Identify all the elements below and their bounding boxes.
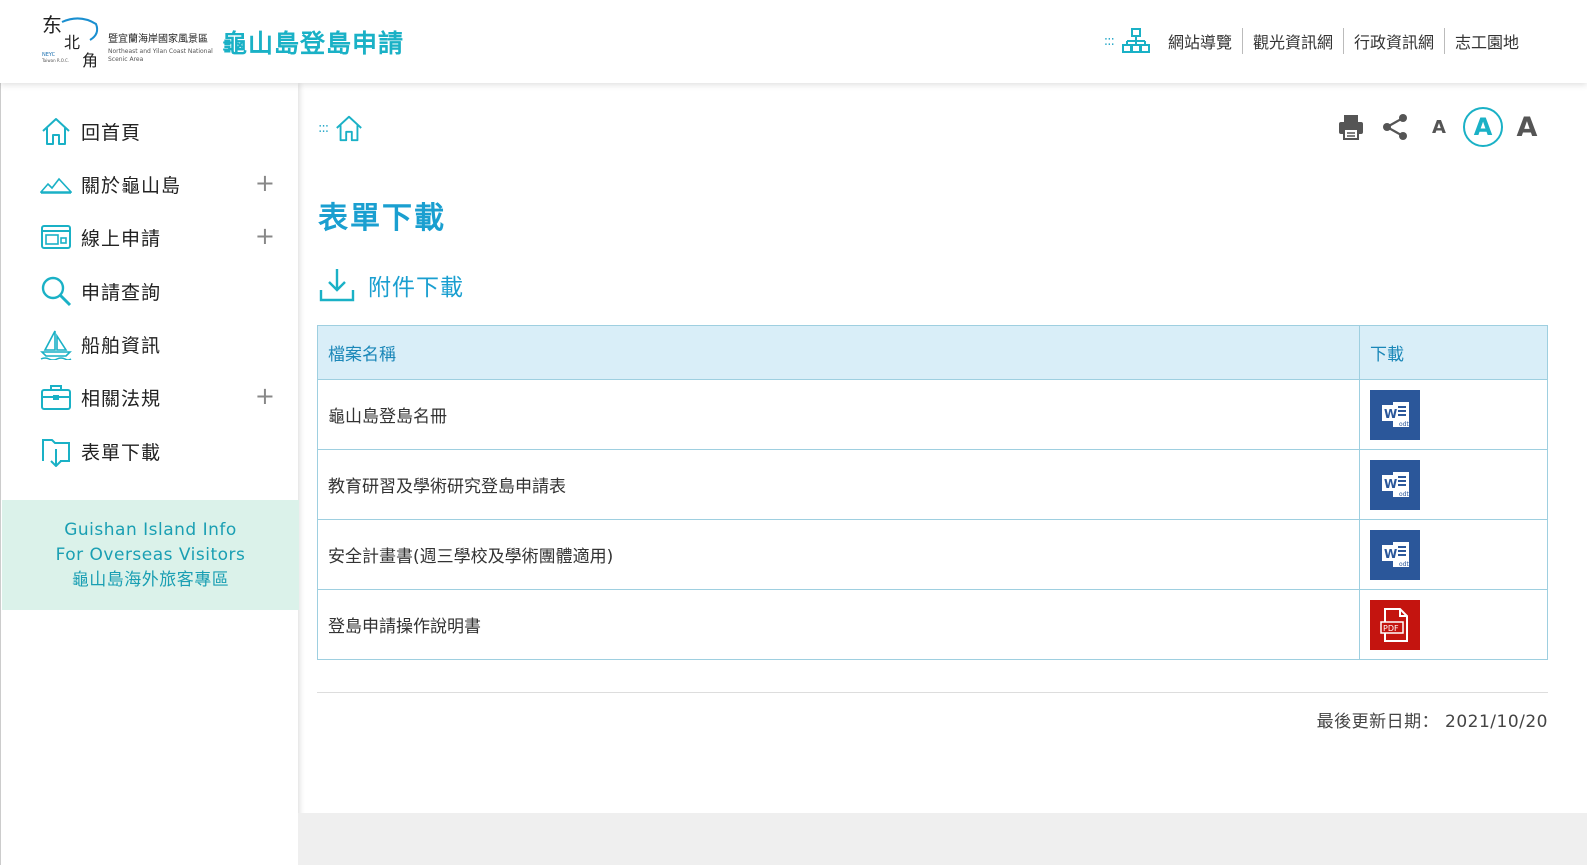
sidebar-item-label: 申請查詢: [81, 281, 162, 304]
files-table: 檔案名稱 下載 龜山島登島名冊 W odt 教育研習及學術研究登島申請表 W o…: [317, 325, 1548, 660]
nav-tourism-link[interactable]: 觀光資訊網: [1243, 29, 1343, 53]
download-icon: [319, 269, 355, 302]
font-medium-wrap: A: [1463, 107, 1503, 147]
word-odt-download-icon[interactable]: W odt: [1370, 389, 1420, 440]
logo-org-name: 暨宜蘭海岸國家風景區 Northeast and Yilan Coast Nat…: [108, 30, 220, 64]
svg-text:odt: odt: [1399, 421, 1409, 428]
sidebar-item-about[interactable]: 關於龜山島 +: [39, 164, 279, 204]
web-form-icon: [39, 220, 73, 254]
main-content: ::: A A A 表單下載 附件下載 檔案名稱 下載 龜山島登島名冊 W od…: [298, 83, 1587, 865]
site-title[interactable]: 龜山島登島申請: [222, 24, 404, 60]
site-header: 东 北 角 NEYC Taiwan R.O.C. 暨宜蘭海岸國家風景區 Nort…: [0, 0, 1587, 83]
download-cell: PDF: [1359, 589, 1548, 660]
logo-org-en: Northeast and Yilan Coast National Sceni…: [108, 48, 213, 63]
content-divider: [317, 692, 1548, 693]
table-row: 安全計畫書(週三學校及學術團體適用) W odt: [317, 519, 1548, 590]
overseas-visitors-banner[interactable]: Guishan Island Info For Overseas Visitor…: [2, 500, 299, 610]
nav-volunteer-link[interactable]: 志工園地: [1445, 29, 1529, 53]
file-name: 教育研習及學術研究登島申請表: [317, 449, 1360, 520]
table-header-row: 檔案名稱 下載: [317, 325, 1548, 380]
sidebar: 回首頁 關於龜山島 + 線上申請 + 申請查詢 船舶資訊 相關法規 + 表單下載…: [0, 83, 299, 865]
overseas-line1: Guishan Island Info: [64, 520, 237, 540]
file-name: 安全計畫書(週三學校及學術團體適用): [317, 519, 1360, 590]
sidebar-item-label: 關於龜山島: [81, 174, 182, 197]
page-title: 表單下載: [318, 201, 446, 236]
column-header-download: 下載: [1359, 325, 1548, 380]
last-updated: 最後更新日期： 2021/10/20: [1317, 707, 1548, 732]
share-button[interactable]: [1375, 107, 1415, 147]
sidebar-item-boats[interactable]: 船舶資訊: [39, 324, 279, 364]
column-header-filename: 檔案名稱: [317, 325, 1360, 380]
sidebar-item-label: 船舶資訊: [81, 334, 162, 357]
pdf-download-icon[interactable]: PDF: [1370, 599, 1420, 650]
download-cell: W odt: [1359, 449, 1548, 520]
page-tools: A A A: [1327, 107, 1547, 147]
sidebar-item-label: 相關法規: [81, 387, 162, 410]
font-small-button[interactable]: A: [1419, 107, 1459, 147]
word-odt-download-icon[interactable]: W odt: [1370, 529, 1420, 580]
svg-text:odt: odt: [1399, 561, 1409, 568]
expand-plus-icon[interactable]: +: [255, 170, 275, 196]
breadcrumb: :::: [318, 113, 364, 143]
font-large-button[interactable]: A: [1507, 107, 1547, 147]
sidebar-item-forms[interactable]: 表單下載: [39, 431, 279, 471]
sidebar-item-query[interactable]: 申請查詢: [39, 271, 279, 311]
table-row: 龜山島登島名冊 W odt: [317, 379, 1548, 450]
file-name: 龜山島登島名冊: [317, 379, 1360, 450]
last-updated-label: 最後更新日期：: [1316, 712, 1440, 732]
sidebar-item-online-apply[interactable]: 線上申請 +: [39, 217, 279, 257]
section-title: 附件下載: [368, 275, 464, 301]
page-footer: [298, 813, 1587, 865]
sitemap-icon: [1121, 28, 1150, 53]
briefcase-icon: [39, 380, 73, 414]
sidebar-item-label: 表單下載: [81, 441, 162, 464]
sidebar-item-regulations[interactable]: 相關法規 +: [39, 377, 279, 417]
svg-text:北: 北: [64, 33, 80, 52]
overseas-line2: For Overseas Visitors: [55, 545, 246, 565]
overseas-line3: 龜山島海外旅客專區: [71, 570, 230, 590]
svg-text:PDF: PDF: [1383, 624, 1399, 633]
svg-text:W: W: [1384, 547, 1397, 561]
table-row: 登島申請操作說明書 PDF: [317, 589, 1548, 660]
svg-text:odt: odt: [1399, 491, 1409, 498]
file-name: 登島申請操作說明書: [317, 589, 1360, 660]
accesskey-dots[interactable]: :::: [318, 121, 329, 136]
download-cell: W odt: [1359, 379, 1548, 450]
neyc-logo[interactable]: 东 北 角 NEYC Taiwan R.O.C.: [40, 10, 104, 70]
mountain-icon: [39, 167, 73, 201]
word-odt-download-icon[interactable]: W odt: [1370, 459, 1420, 510]
expand-plus-icon[interactable]: +: [255, 383, 275, 409]
svg-text:东: 东: [42, 13, 62, 37]
print-button[interactable]: [1331, 107, 1371, 147]
last-updated-date: 2021/10/20: [1445, 712, 1548, 732]
svg-text:角: 角: [82, 51, 98, 70]
breadcrumb-home-icon[interactable]: [334, 113, 364, 143]
attachments-section-heading: 附件下載: [318, 266, 464, 304]
sidebar-item-home[interactable]: 回首頁: [39, 111, 279, 151]
expand-plus-icon[interactable]: +: [255, 223, 275, 249]
font-medium-button[interactable]: A: [1463, 107, 1503, 147]
home-icon: [39, 114, 73, 148]
svg-text:W: W: [1384, 407, 1397, 421]
magnifier-icon: [39, 274, 73, 308]
accesskey-dots[interactable]: :::: [1104, 34, 1115, 49]
download-cell: W odt: [1359, 519, 1548, 590]
logo-org-zh: 暨宜蘭海岸國家風景區: [108, 34, 208, 45]
printer-icon: [1339, 115, 1363, 140]
top-nav: ::: 網站導覽 觀光資訊網 行政資訊網 志工園地: [1104, 26, 1529, 56]
nav-admin-link[interactable]: 行政資訊網: [1344, 29, 1444, 53]
table-row: 教育研習及學術研究登島申請表 W odt: [317, 449, 1548, 520]
nav-sitemap-link[interactable]: 網站導覽: [1158, 29, 1242, 53]
svg-text:Taiwan R.O.C.: Taiwan R.O.C.: [41, 58, 69, 63]
svg-text:W: W: [1384, 477, 1397, 491]
sidebar-item-label: 線上申請: [81, 227, 162, 250]
share-icon: [1383, 114, 1407, 140]
folder-download-icon: [39, 434, 73, 468]
sidebar-item-label: 回首頁: [81, 121, 142, 144]
boat-icon: [39, 327, 73, 361]
